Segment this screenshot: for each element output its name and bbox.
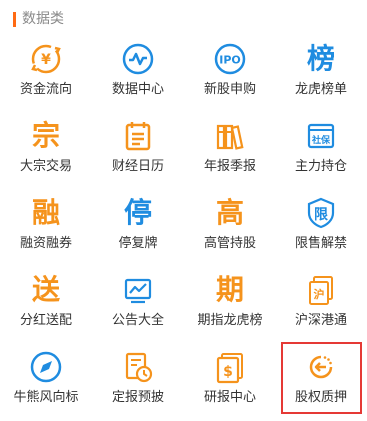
grid-item-label: 新股申购 bbox=[203, 82, 256, 97]
qi-icon: 期 bbox=[212, 272, 248, 308]
ting-glyph: 停 bbox=[123, 196, 152, 229]
ting-icon: 停 bbox=[120, 195, 156, 231]
compass-icon bbox=[28, 349, 64, 385]
grid-item-annual-reports[interactable]: 年报季报 bbox=[184, 113, 276, 190]
announcement-chart-icon bbox=[120, 272, 156, 308]
grid-item-label: 限售解禁 bbox=[294, 236, 347, 251]
xian-text: 限 bbox=[314, 207, 328, 223]
social-security-text: 社保 bbox=[311, 134, 331, 146]
money-flow-icon: ¥ bbox=[28, 41, 64, 77]
social-security-icon: 社保 bbox=[303, 118, 339, 154]
grid-item-ipo[interactable]: IPO 新股申购 bbox=[184, 36, 276, 113]
grid-item-money-flow[interactable]: ¥ 资金流向 bbox=[0, 36, 92, 113]
grid-item-label: 主力持仓 bbox=[294, 159, 347, 174]
grid-item-label: 期指龙虎榜 bbox=[197, 313, 263, 328]
song-icon: 送 bbox=[28, 272, 64, 308]
grid-item-label: 停复牌 bbox=[118, 236, 158, 251]
grid-item-block-trade[interactable]: 宗 大宗交易 bbox=[0, 113, 92, 190]
grid-item-futures-dragon-tiger[interactable]: 期 期指龙虎榜 bbox=[184, 267, 276, 344]
grid-item-label: 分红送配 bbox=[19, 313, 72, 328]
grid-item-connect[interactable]: 沪 沪深港通 bbox=[275, 267, 367, 344]
research-report-text: $ bbox=[223, 364, 233, 380]
grid-item-label: 融资融券 bbox=[19, 236, 72, 251]
grid-item-data-center[interactable]: 数据中心 bbox=[92, 36, 184, 113]
grid-item-margin-trading[interactable]: 融 融资融券 bbox=[0, 190, 92, 267]
grid-item-main-holdings[interactable]: 社保 主力持仓 bbox=[275, 113, 367, 190]
ipo-icon-text: IPO bbox=[219, 54, 241, 67]
grid-item-label: 资金流向 bbox=[19, 82, 72, 97]
section-header: 数据类 bbox=[0, 0, 367, 36]
grid-item-label: 数据中心 bbox=[111, 82, 164, 97]
grid-item-label: 年报季报 bbox=[203, 159, 256, 174]
zong-glyph: 宗 bbox=[31, 119, 60, 152]
bang-icon: 榜 bbox=[303, 41, 339, 77]
grid-item-executive-holdings[interactable]: 高 高管持股 bbox=[184, 190, 276, 267]
report-books-icon bbox=[212, 118, 248, 154]
grid-item-label: 高管持股 bbox=[203, 236, 256, 251]
gao-glyph: 高 bbox=[215, 196, 244, 229]
zong-icon: 宗 bbox=[28, 118, 64, 154]
grid-item-report-schedule[interactable]: 定报预披 bbox=[92, 344, 184, 421]
grid-item-trading-halt[interactable]: 停 停复牌 bbox=[92, 190, 184, 267]
rong-glyph: 融 bbox=[31, 196, 60, 229]
gao-icon: 高 bbox=[212, 195, 248, 231]
rong-icon: 融 bbox=[28, 195, 64, 231]
grid-item-label: 牛熊风向标 bbox=[13, 390, 79, 405]
grid-item-lockup-release[interactable]: 限 限售解禁 bbox=[275, 190, 367, 267]
grid-item-label: 财经日历 bbox=[111, 159, 164, 174]
grid-item-research-center[interactable]: $ 研报中心 bbox=[184, 344, 276, 421]
qi-glyph: 期 bbox=[215, 273, 244, 306]
schedule-report-icon bbox=[120, 349, 156, 385]
research-report-icon: $ bbox=[212, 349, 248, 385]
grid-item-label: 大宗交易 bbox=[19, 159, 72, 174]
grid-item-label: 沪深港通 bbox=[294, 313, 347, 328]
grid-item-bull-bear-indicator[interactable]: 牛熊风向标 bbox=[0, 344, 92, 421]
section-title: 数据类 bbox=[22, 11, 64, 27]
svg-text:¥: ¥ bbox=[41, 52, 51, 68]
grid-item-dividends[interactable]: 送 分红送配 bbox=[0, 267, 92, 344]
selection-highlight-box bbox=[281, 342, 362, 414]
hu-text: 沪 bbox=[314, 287, 325, 301]
calendar-icon bbox=[120, 118, 156, 154]
grid-item-dragon-tiger-list[interactable]: 榜 龙虎榜单 bbox=[275, 36, 367, 113]
data-center-icon bbox=[120, 41, 156, 77]
grid-item-label: 定报预披 bbox=[111, 390, 164, 405]
grid-item-label: 研报中心 bbox=[203, 390, 256, 405]
grid-item-label: 龙虎榜单 bbox=[294, 82, 347, 97]
xian-icon: 限 bbox=[303, 195, 339, 231]
hu-icon: 沪 bbox=[303, 272, 339, 308]
grid-item-finance-calendar[interactable]: 财经日历 bbox=[92, 113, 184, 190]
song-glyph: 送 bbox=[31, 273, 60, 306]
bang-glyph: 榜 bbox=[306, 42, 335, 75]
grid-item-label: 公告大全 bbox=[111, 313, 164, 328]
ipo-icon: IPO bbox=[212, 41, 248, 77]
grid-item-announcements[interactable]: 公告大全 bbox=[92, 267, 184, 344]
section-accent-bar bbox=[13, 12, 16, 27]
